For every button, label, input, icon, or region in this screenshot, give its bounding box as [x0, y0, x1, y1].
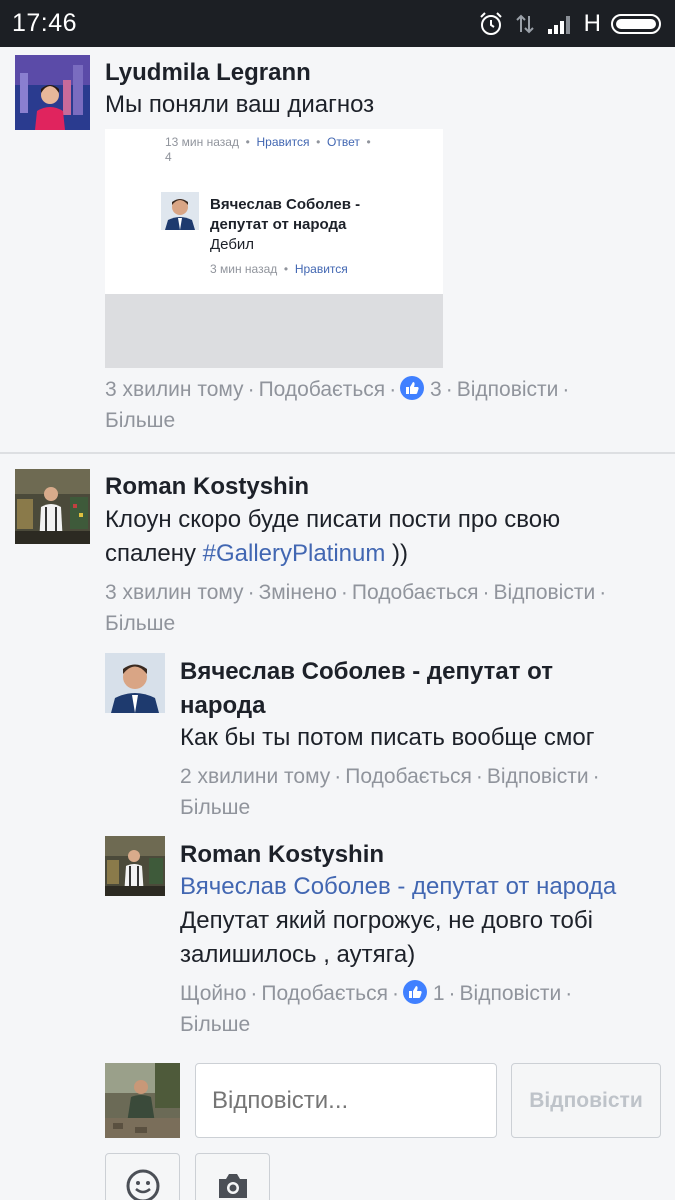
reply-mention: Вячеслав Соболев - депутат от народа — [180, 870, 616, 904]
comment-author[interactable]: Lyudmila Legrann — [105, 59, 311, 87]
comment-author[interactable]: Roman Kostyshin — [105, 473, 309, 501]
reply-submit-button[interactable]: Відповісти — [511, 1063, 661, 1138]
attached-image[interactable]: 13 мин назад • Нравится • Ответ • 4 Вяче… — [105, 129, 443, 368]
more-link[interactable]: Більше — [105, 612, 175, 635]
attached-inner-meta: 3 мин назад • Нравится — [210, 262, 348, 276]
attached-meta-line: 13 мин назад • Нравится • Ответ • — [165, 135, 371, 149]
network-type: H — [583, 10, 601, 37]
attached-meta-count: 4 — [165, 150, 172, 164]
more-link[interactable]: Більше — [180, 1013, 250, 1036]
avatar-lyudmila[interactable] — [15, 55, 90, 130]
reply-author[interactable]: Вячеслав Соболев - депутат от народа — [180, 655, 620, 723]
attached-image-content: 13 мин назад • Нравится • Ответ • 4 Вяче… — [105, 129, 443, 294]
reply-link[interactable]: Відповісти — [457, 378, 559, 401]
reply-input[interactable] — [195, 1063, 497, 1138]
comment-text: Мы поняли ваш диагноз — [105, 91, 375, 118]
edited-label[interactable]: Змінено — [259, 581, 337, 604]
reply-actions: 2 хвилини тому · Подобається · Відповісти · Бі… — [180, 765, 600, 819]
status-icons: H — [478, 9, 665, 39]
like-reaction-icon[interactable] — [403, 980, 427, 1004]
like-count[interactable]: 1 — [433, 982, 445, 1005]
like-reaction-icon[interactable] — [400, 376, 425, 400]
camera-icon — [218, 1174, 247, 1198]
status-time: 17:46 — [12, 9, 78, 37]
more-link[interactable]: Більше — [105, 409, 175, 432]
attached-avatar — [161, 192, 199, 230]
battery-icon — [611, 14, 661, 34]
comment-time[interactable]: 3 хвилин тому — [105, 378, 244, 401]
comment-time[interactable]: 3 хвилин тому — [105, 581, 244, 604]
reply-text: Депутат який погрожує, не довго тобі зал… — [180, 907, 593, 968]
comment-actions: 3 хвилин тому · Змінено · Подобається · Відпов… — [105, 581, 607, 635]
reply-link[interactable]: Відповісти — [494, 581, 596, 604]
reply-link[interactable]: Відповісти — [487, 765, 589, 788]
reply-author[interactable]: Roman Kostyshin — [180, 841, 384, 869]
avatar-vyacheslav[interactable] — [105, 653, 165, 713]
current-user-avatar — [105, 1063, 180, 1138]
avatar-roman-small[interactable] — [105, 836, 165, 896]
mention-link[interactable]: Вячеслав Соболев - депутат от народа — [180, 873, 616, 900]
alarm-icon — [479, 12, 502, 35]
status-bar: 17:46 H — [0, 0, 675, 47]
like-button[interactable]: Подобається — [345, 765, 472, 788]
like-count[interactable]: 3 — [430, 378, 442, 401]
signal-icon — [547, 16, 570, 34]
emoji-button[interactable] — [105, 1153, 180, 1200]
reply-text: Как бы ты потом писать вообще смог — [180, 724, 595, 751]
reply-time[interactable]: Щойно — [180, 982, 246, 1005]
hashtag-link[interactable]: #GalleryPlatinum — [203, 540, 386, 567]
photo-button[interactable] — [195, 1153, 270, 1200]
emoji-icon — [126, 1169, 159, 1200]
comment-text: Клоун скоро буде писати пости про свою с… — [105, 506, 561, 567]
like-button[interactable]: Подобається — [352, 581, 479, 604]
data-transfer-icon — [515, 14, 534, 34]
comment-divider — [0, 452, 675, 454]
attached-text: Дебил — [210, 236, 255, 253]
comment-actions: 3 хвилин тому · Подобається · 3 · Відповісти ·… — [105, 376, 570, 432]
like-button[interactable]: Подобається — [259, 378, 386, 401]
avatar-roman[interactable] — [15, 469, 90, 544]
more-link[interactable]: Більше — [180, 796, 250, 819]
attached-author: Вячеслав Соболев - депутат от народа — [210, 196, 361, 233]
reply-time[interactable]: 2 хвилини тому — [180, 765, 330, 788]
like-button[interactable]: Подобається — [261, 982, 388, 1005]
reply-actions: Щойно · Подобається · 1 · Відповісти · Більше — [180, 980, 573, 1036]
reply-link[interactable]: Відповісти — [460, 982, 562, 1005]
